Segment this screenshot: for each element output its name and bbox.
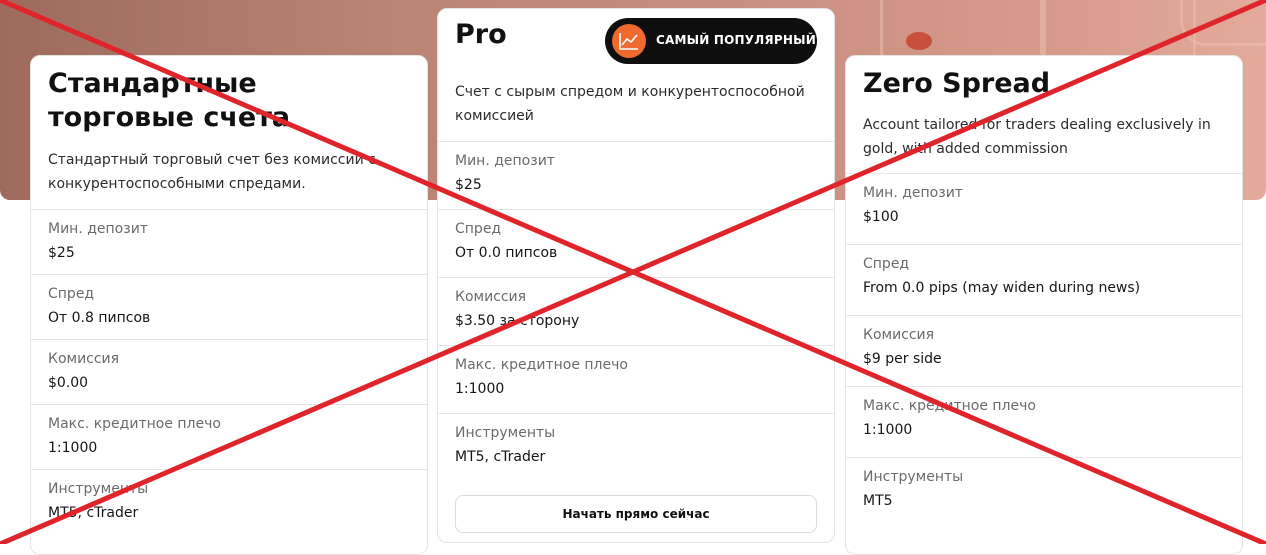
trending-up-icon [612, 24, 646, 58]
account-card-standard: Стандартные торговые счета Стандартный т… [30, 55, 428, 555]
spec-value: $100 [863, 209, 899, 225]
spec-value: $3.50 за сторону [455, 313, 580, 329]
card-description: Account tailored for traders dealing exc… [863, 117, 1211, 157]
spec-row-min-deposit: Мин. депозит $25 [438, 141, 834, 210]
decorative-shape [1180, 0, 1266, 46]
spec-label: Комиссия [48, 351, 120, 367]
spec-row-instruments: Инструменты MT5, cTrader [438, 413, 834, 486]
spec-label: Спред [455, 221, 502, 237]
spec-value: От 0.8 пипсов [48, 310, 151, 326]
spec-row-instruments: Инструменты MT5 [846, 457, 1242, 538]
spec-value: $0.00 [48, 375, 89, 391]
most-popular-badge: САМЫЙ ПОПУЛЯРНЫЙ [605, 18, 817, 64]
spec-row-min-deposit: Мин. депозит $100 [846, 173, 1242, 245]
spec-label: Спред [863, 256, 910, 272]
spec-label: Макс. кредитное плечо [863, 398, 1036, 414]
spec-label: Спред [48, 286, 95, 302]
spec-row-commission: Комиссия $0.00 [31, 339, 427, 405]
spec-row-spread: Спред От 0.0 пипсов [438, 209, 834, 278]
spec-label: Мин. депозит [863, 185, 963, 201]
spec-value: $25 [455, 177, 482, 193]
badge-label: САМЫЙ ПОПУЛЯРНЫЙ [656, 33, 816, 47]
spec-label: Мин. депозит [48, 221, 148, 237]
spec-value: MT5, cTrader [48, 505, 139, 521]
card-description: Счет с сырым спредом и конкурентоспособн… [455, 84, 805, 124]
spec-label: Мин. депозит [455, 153, 555, 169]
spec-label: Инструменты [863, 469, 964, 485]
account-card-pro: Pro САМЫЙ ПОПУЛЯРНЫЙ Счет с сырым спредо… [437, 8, 835, 543]
spec-value: 1:1000 [455, 381, 505, 397]
spec-row-spread: Спред From 0.0 pips (may widen during ne… [846, 244, 1242, 316]
spec-value: From 0.0 pips (may widen during news) [863, 280, 1141, 296]
spec-label: Макс. кредитное плечо [455, 357, 628, 373]
decorative-coin [906, 32, 932, 50]
spec-label: Комиссия [455, 289, 527, 305]
spec-label: Макс. кредитное плечо [48, 416, 221, 432]
spec-row-max-leverage: Макс. кредитное плечо 1:1000 [438, 345, 834, 414]
spec-value: От 0.0 пипсов [455, 245, 558, 261]
spec-row-max-leverage: Макс. кредитное плечо 1:1000 [846, 386, 1242, 458]
card-title: Pro [455, 19, 507, 50]
spec-label: Инструменты [455, 425, 556, 441]
spec-value: $25 [48, 245, 75, 261]
spec-value: MT5 [863, 493, 893, 509]
spec-row-commission: Комиссия $3.50 за сторону [438, 277, 834, 346]
spec-value: $9 per side [863, 351, 942, 367]
spec-value: 1:1000 [48, 440, 98, 456]
spec-row-max-leverage: Макс. кредитное плечо 1:1000 [31, 404, 427, 470]
spec-label: Комиссия [863, 327, 935, 343]
card-title: Стандартные торговые счета [48, 68, 291, 133]
spec-row-spread: Спред От 0.8 пипсов [31, 274, 427, 340]
start-now-button[interactable]: Начать прямо сейчас [455, 495, 817, 533]
spec-value: MT5, cTrader [455, 449, 546, 465]
card-title: Zero Spread [863, 68, 1051, 99]
account-card-zero-spread: Zero Spread Account tailored for traders… [845, 55, 1243, 555]
spec-value: 1:1000 [863, 422, 913, 438]
spec-row-commission: Комиссия $9 per side [846, 315, 1242, 387]
card-description: Стандартный торговый счет без комиссии с… [48, 152, 376, 192]
spec-row-min-deposit: Мин. депозит $25 [31, 209, 427, 275]
spec-label: Инструменты [48, 481, 149, 497]
spec-row-instruments: Инструменты MT5, cTrader [31, 469, 427, 540]
